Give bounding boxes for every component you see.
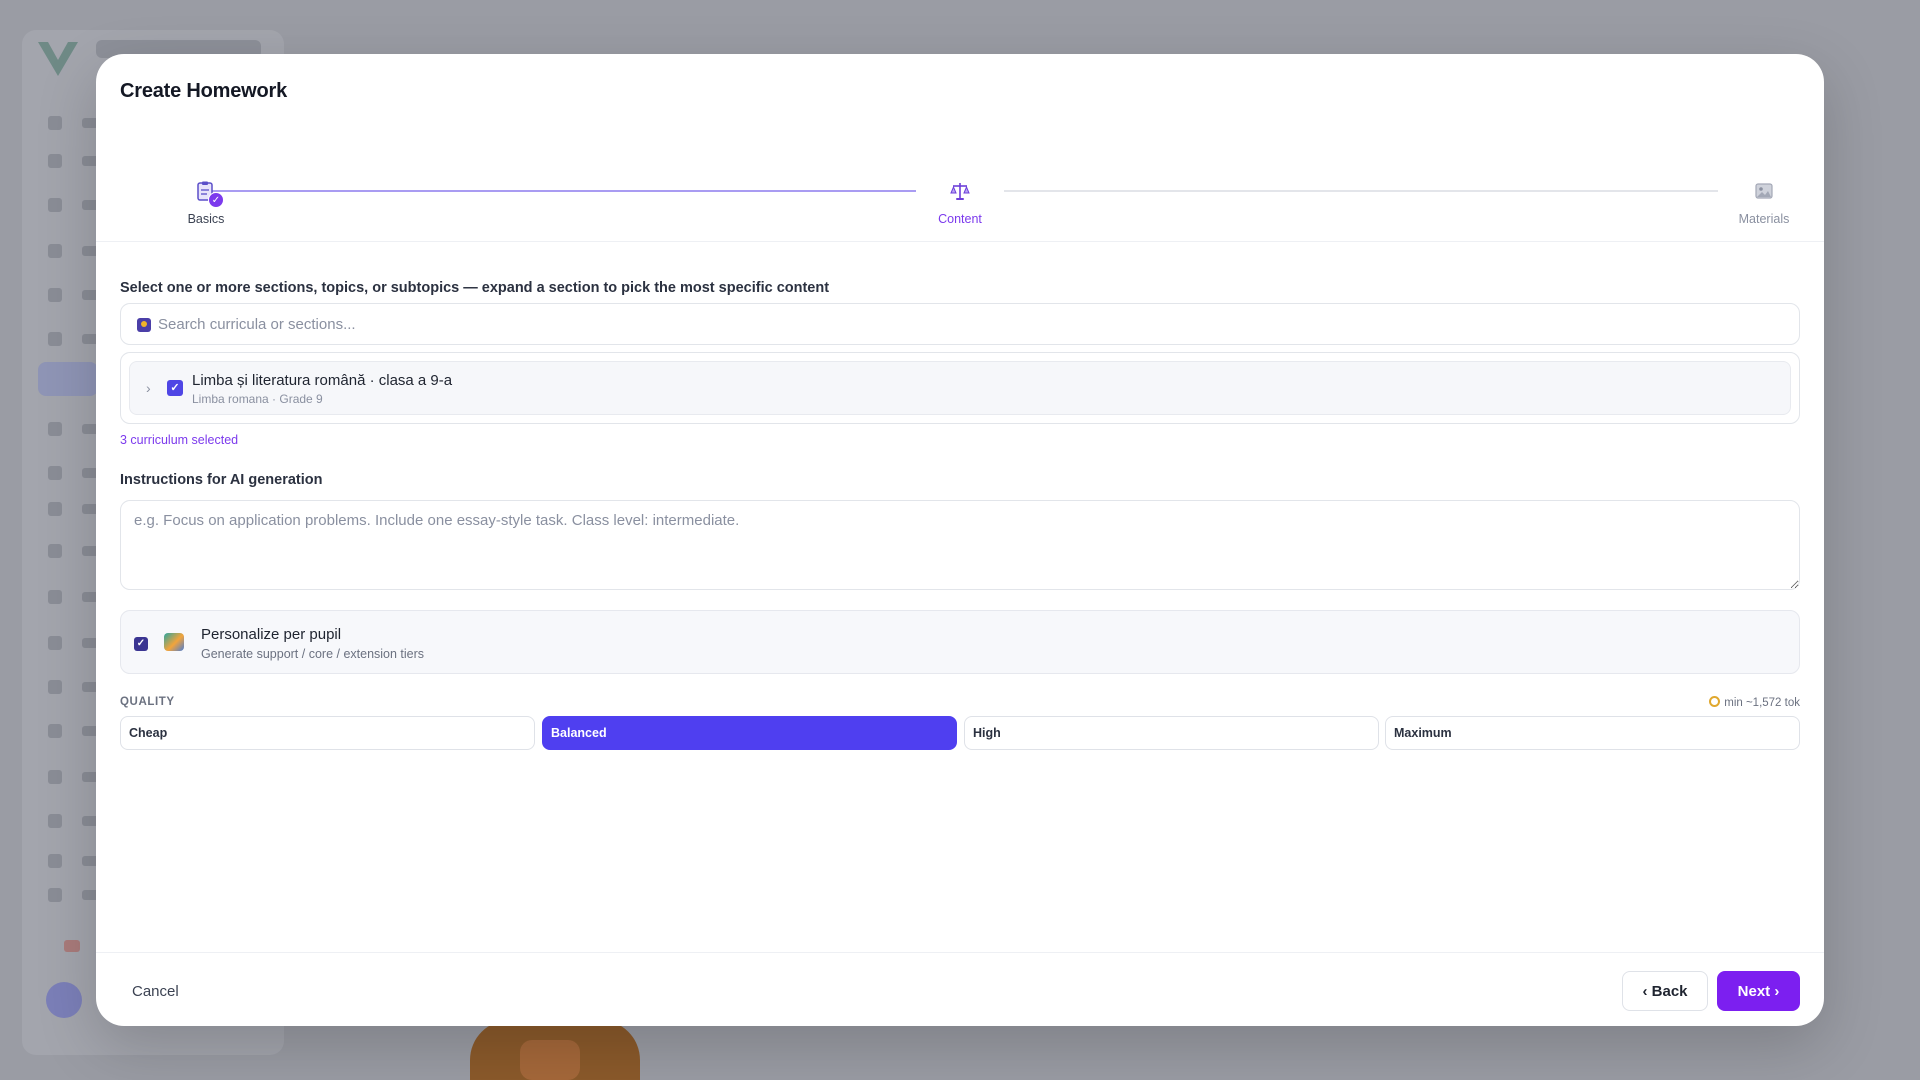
step-materials[interactable]: Materials: [1719, 180, 1809, 226]
instructions-label: Instructions for AI generation: [120, 472, 323, 488]
token-estimate-text: min ~1,572 tok: [1724, 697, 1800, 709]
personalize-subtitle: Generate support / core / extension tier…: [201, 647, 425, 661]
curriculum-checkbox[interactable]: ✓: [167, 380, 183, 396]
search-icon: [137, 318, 151, 332]
token-icon: [1709, 696, 1721, 707]
cancel-button[interactable]: Cancel: [120, 977, 191, 1006]
curriculum-row[interactable]: › ✓ Limba și literatura română · clasa a…: [129, 361, 1791, 415]
personalize-title: Personalize per pupil: [201, 626, 342, 643]
stepper-progress-line: [200, 190, 916, 192]
step-content[interactable]: Content: [915, 180, 1005, 226]
next-label: Next: [1737, 982, 1771, 1000]
quality-high-button[interactable]: High: [964, 716, 1379, 750]
personalize-checkbox[interactable]: ✓: [134, 637, 148, 651]
modal-title: Create Homework: [120, 80, 288, 102]
step-label: Content: [938, 212, 982, 226]
background-status-icon: [64, 940, 80, 952]
instructions-textarea[interactable]: [120, 500, 1800, 590]
background-nav-active: [38, 362, 98, 396]
quality-cheap-button[interactable]: Cheap: [120, 716, 535, 750]
modal-footer: Cancel ‹ Back Next ›: [96, 952, 1824, 1026]
image-icon: [1752, 180, 1776, 204]
chevron-right-icon[interactable]: ›: [146, 380, 151, 396]
curriculum-subtitle: Limba romana · Grade 9: [192, 392, 323, 406]
personalize-icon: [164, 633, 184, 651]
chevron-right-icon: ›: [1774, 982, 1780, 1000]
back-button[interactable]: ‹ Back: [1622, 971, 1708, 1011]
scales-icon: [948, 180, 972, 204]
quality-maximum-button[interactable]: Maximum: [1385, 716, 1800, 750]
content-section-label: Select one or more sections, topics, or …: [120, 280, 830, 296]
curriculum-title: Limba și literatura română · clasa a 9-a: [192, 372, 453, 389]
next-button[interactable]: Next ›: [1717, 971, 1800, 1011]
background-illustration: [520, 1040, 580, 1080]
stepper-remaining-line: [1004, 190, 1718, 192]
background-avatar: [46, 982, 82, 1018]
check-icon: ✓: [208, 192, 224, 208]
personalize-option[interactable]: ✓ Personalize per pupil Generate support…: [120, 610, 1800, 674]
step-basics[interactable]: ✓ Basics: [161, 180, 251, 226]
clipboard-icon: ✓: [194, 180, 224, 208]
stepper-divider: [96, 241, 1824, 242]
app-logo-icon: [38, 42, 78, 76]
quality-balanced-button[interactable]: Balanced: [542, 716, 957, 750]
create-homework-modal: Create Homework ✓ Basics Content Materia…: [96, 54, 1824, 1026]
curricula-search[interactable]: [120, 303, 1800, 345]
quality-label: QUALITY: [120, 696, 175, 708]
step-label: Materials: [1738, 212, 1790, 226]
search-input[interactable]: [158, 304, 1758, 344]
step-label: Basics: [187, 212, 225, 226]
selected-count: 3 curriculum selected: [120, 433, 239, 447]
curriculum-tree: › ✓ Limba și literatura română · clasa a…: [120, 352, 1800, 424]
token-estimate: min ~1,572 tok: [1709, 696, 1800, 709]
chevron-left-icon: ‹: [1642, 982, 1648, 1000]
back-label: Back: [1651, 982, 1688, 1000]
